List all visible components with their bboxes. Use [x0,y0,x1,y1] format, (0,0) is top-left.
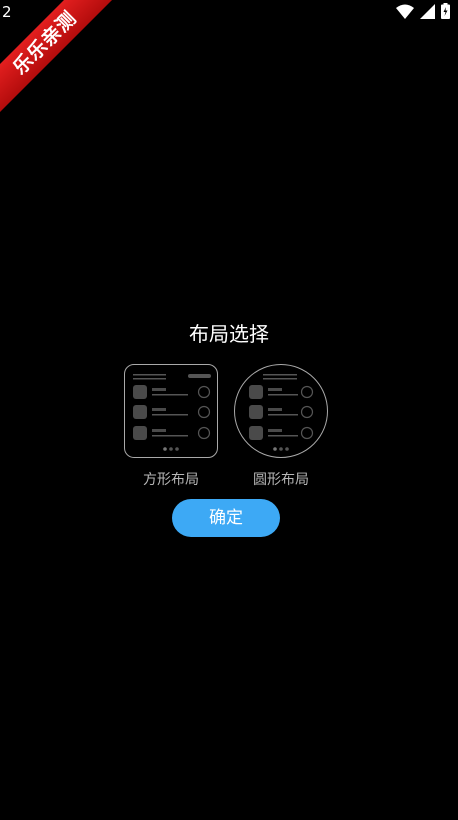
corner-ribbon: 乐乐亲测 [0,0,120,120]
wifi-icon [396,4,414,19]
square-layout-label: 方形布局 [143,472,199,488]
square-layout-option[interactable] [124,364,218,458]
circle-layout-label: 圆形布局 [253,472,309,488]
ribbon-label: 乐乐亲测 [0,0,118,116]
signal-icon [420,3,435,19]
circle-layout-preview-icon [249,374,314,451]
confirm-button[interactable]: 确定 [172,499,280,537]
status-icons [396,3,450,19]
dialog-title: 布局选择 [189,322,269,346]
circle-layout-option[interactable] [234,364,328,458]
square-layout-preview-icon [133,374,211,451]
battery-icon [441,3,450,19]
